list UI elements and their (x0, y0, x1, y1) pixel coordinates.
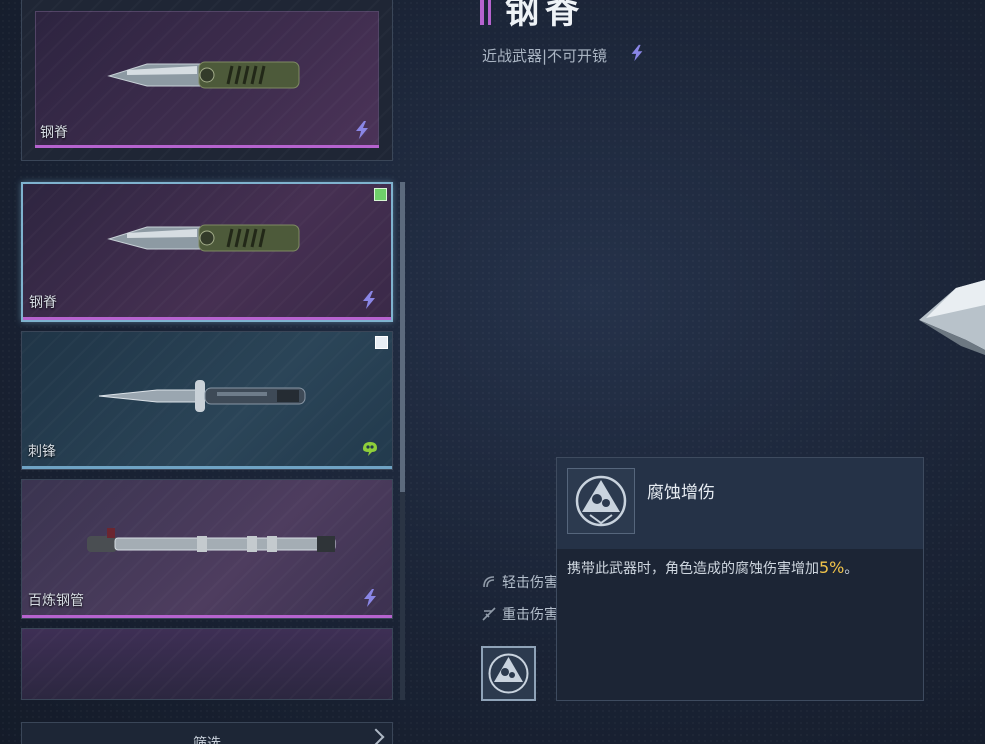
stat-heavy-attack: 重击伤害 (482, 604, 558, 624)
weapon-name: 刺锋 (28, 444, 56, 460)
rarity-stripe (22, 466, 392, 469)
rarity-stripe (35, 145, 379, 148)
filter-button[interactable]: 筛选 (21, 722, 393, 744)
corrosion-icon (363, 442, 377, 456)
heavy-attack-icon (482, 607, 496, 621)
weapon-title: 钢脊 (505, 0, 585, 32)
weapon-name: 钢脊 (40, 125, 68, 141)
desc-highlight-value: 5% (819, 558, 845, 577)
dagger-image (97, 376, 317, 420)
stat-label: 重击伤害 (502, 607, 558, 623)
scrollbar-thumb[interactable] (400, 182, 405, 492)
corrosion-perk-icon (567, 468, 635, 534)
lightning-icon (356, 121, 368, 139)
perk-tooltip: 腐蚀增伤 携带此武器时，角色造成的腐蚀伤害增加5%。 (556, 457, 924, 701)
knife-image (107, 219, 307, 263)
rarity-stripe (22, 615, 392, 618)
equipped-checkbox[interactable] (374, 188, 387, 201)
weapon-card[interactable]: 刺锋 (21, 331, 393, 470)
weapon-preview-image (916, 280, 985, 364)
weapon-subtitle: 近战武器|不可开镜 (482, 47, 608, 65)
corrosion-perk-icon (488, 653, 529, 694)
weapon-card-selected[interactable]: 钢脊 (21, 182, 393, 322)
weapon-name: 百炼钢管 (28, 593, 84, 609)
tooltip-title: 腐蚀增伤 (647, 483, 715, 503)
weapon-perk-slot[interactable] (481, 646, 536, 701)
title-accent (488, 0, 491, 25)
filter-label: 筛选 (193, 736, 221, 744)
stat-light-attack: 轻击伤害 (482, 572, 558, 592)
knife-image (107, 56, 307, 100)
tooltip-description: 携带此武器时，角色造成的腐蚀伤害增加5%。 (567, 558, 858, 578)
checkbox[interactable] (375, 336, 388, 349)
desc-text: 。 (844, 561, 859, 577)
light-attack-icon (483, 576, 495, 588)
weapon-name: 钢脊 (29, 295, 57, 311)
lightning-icon (364, 589, 376, 607)
desc-text: 携带此武器时，角色造成的腐蚀伤害增加 (567, 561, 819, 577)
lightning-icon (363, 291, 375, 309)
weapon-card[interactable]: 钢脊 (21, 0, 393, 161)
pipe-image (77, 524, 337, 568)
stat-label: 轻击伤害 (502, 575, 558, 591)
weapon-card[interactable] (21, 628, 393, 700)
lightning-icon (631, 44, 643, 62)
rarity-stripe (23, 317, 391, 320)
weapon-card[interactable]: 百炼钢管 (21, 479, 393, 619)
title-accent (480, 0, 484, 25)
weapon-list: 钢脊 钢脊 刺锋 百炼钢管 筛选 (0, 0, 410, 744)
